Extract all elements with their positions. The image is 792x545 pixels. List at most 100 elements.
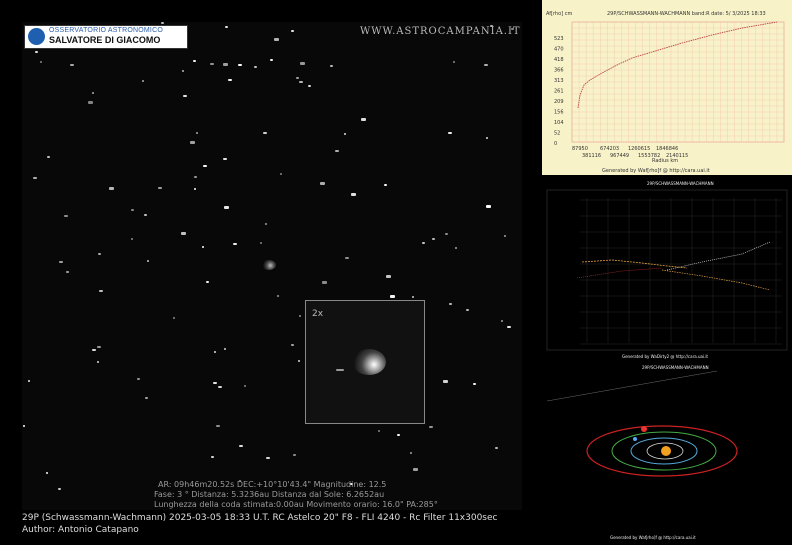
x-tick-label: 381116 [582,153,601,159]
star [397,434,400,436]
star [320,182,325,185]
orbit-panel: 29P/SCHWASSMANN-WACHMANN Generated by Wa… [542,363,792,541]
chart-grid [571,21,785,143]
star [224,348,226,350]
star [158,187,162,189]
author-credit: Author: Antonio Catapano [22,525,139,535]
star [193,60,196,62]
star [66,271,69,273]
earth-marker [633,437,637,441]
star [137,378,140,380]
star [291,344,294,346]
star [92,349,96,351]
star [194,188,196,190]
star [254,66,257,68]
x-tick-label: 967449 [610,153,629,159]
y-ticks: 523 470 418 366 313 261 209 156 104 52 0 [554,36,564,147]
star [59,261,63,263]
star [330,65,333,67]
star [413,468,418,471]
star [131,209,134,211]
star [361,118,366,121]
orbit-diagram: 29P/SCHWASSMANN-WACHMANN Generated by Wa… [546,365,738,540]
star [293,454,296,456]
star [300,62,305,65]
star [47,156,50,158]
orbit-footer: Generated by Wafjrho]f @ http://cara.uai… [610,535,696,540]
motion-line [666,241,771,271]
sun-icon [661,446,671,456]
star [504,235,506,237]
track-plot: 29P/SCHWASSMANN-WACHMANN Generated by Wa… [546,181,788,359]
star [194,176,197,178]
star [147,260,149,262]
star [299,81,303,83]
star [486,137,488,139]
zoom-inset: 2x [305,300,425,424]
star [265,223,267,225]
website-watermark: WWW.ASTROCAMPANIA.IT [360,26,521,37]
star [145,397,148,399]
star [23,425,25,427]
star [298,360,300,362]
star [173,317,175,319]
star [183,95,187,97]
comet-nucleus [352,349,386,375]
star [384,184,387,186]
star [448,132,452,134]
star [97,361,99,363]
y-tick-label: 156 [554,110,564,116]
star [351,193,356,196]
star [181,232,186,235]
star [432,238,435,240]
star [239,445,243,447]
star [280,173,282,175]
star [228,79,232,81]
star [33,177,37,179]
info-line1: AR: 09h46m20.52s DEC:+10°10'43.4" Magnit… [158,480,387,489]
star [35,51,38,53]
star [410,452,412,454]
star [131,238,133,240]
y-tick-label: 313 [554,78,564,84]
comet-small [262,260,276,270]
star [40,61,42,63]
orbit-title: 29P/SCHWASSMANN-WACHMANN [642,365,709,370]
ephemeris-line [576,267,663,279]
chart-ylabel: Af[rho] cm [546,11,572,17]
star [99,290,103,292]
star [88,101,93,104]
star [344,133,346,135]
star [214,351,216,353]
star [98,253,101,255]
star [238,64,242,66]
star [190,141,195,144]
star [412,296,414,298]
star [196,132,198,134]
star [486,205,491,208]
star [206,281,209,283]
star [92,92,94,94]
star [445,233,448,235]
star [64,215,68,217]
image-caption: 29P (Schwassmann-Wachmann) 2025-03-05 18… [22,513,498,523]
star [202,246,204,248]
y-tick-label: 523 [554,36,564,42]
star [308,85,311,87]
star [484,64,488,66]
star [266,457,270,459]
star [495,447,498,449]
y-tick-label: 261 [554,89,564,95]
y-tick-label: 366 [554,68,564,74]
y-tick-label: 52 [554,131,560,137]
star [378,430,380,432]
logo-line2: SALVATORE DI GIACOMO [49,35,161,45]
star [58,488,61,490]
star [161,22,164,24]
star [296,77,299,79]
y-tick-label: 209 [554,99,564,105]
comet-position-marker [641,426,647,432]
star [97,346,101,348]
y-tick-label: 470 [554,47,564,53]
star [142,80,144,82]
